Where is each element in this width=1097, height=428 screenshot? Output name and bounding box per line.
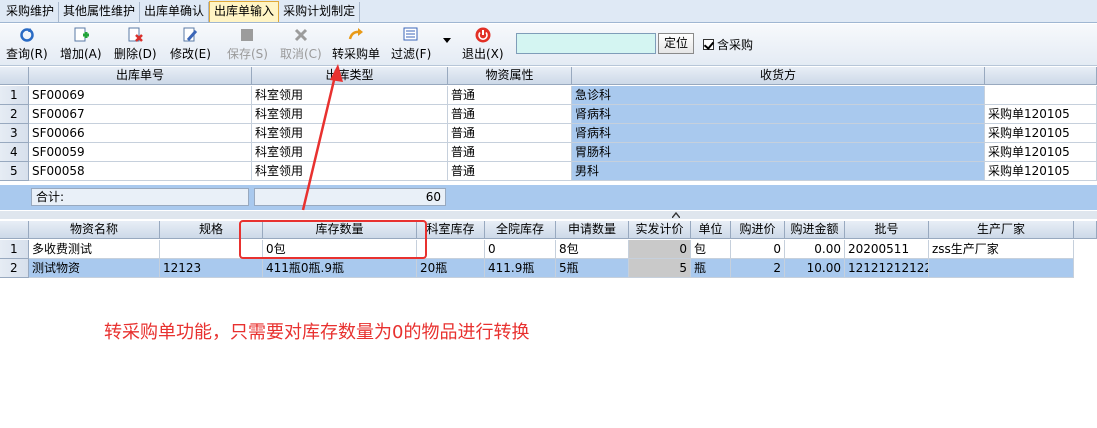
annotation-note: 转采购单功能，只需要对库存数量为0的物品进行转换 (104, 322, 530, 343)
annotation-arrow-head-icon (330, 64, 343, 82)
annotation-overlay (239, 64, 427, 259)
annotation-box (239, 220, 427, 259)
annotation-arrow-line (301, 75, 337, 211)
